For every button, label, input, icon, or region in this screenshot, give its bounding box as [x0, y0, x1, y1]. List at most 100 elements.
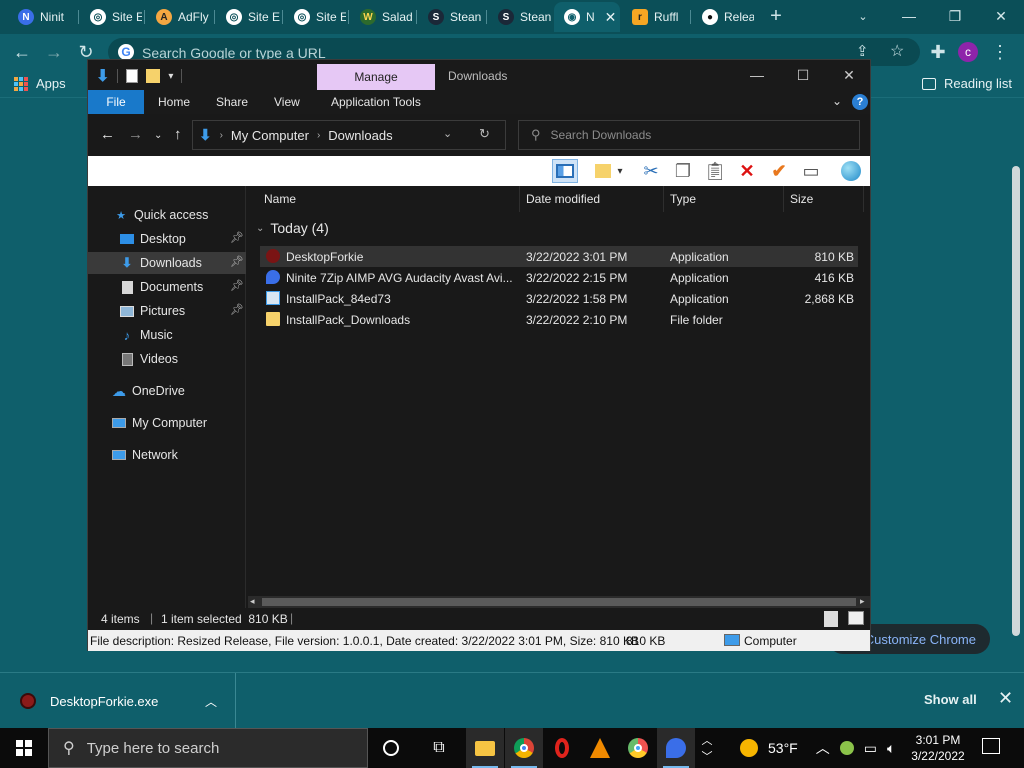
pin-icon[interactable]: 📌︎ [230, 303, 244, 316]
column-header-name[interactable]: Name [258, 186, 520, 212]
column-header-date-modified[interactable]: Date modified [520, 186, 664, 212]
tab-search-icon[interactable]: ⌄ [840, 0, 886, 32]
close-tab-icon[interactable]: ✕ [605, 9, 617, 26]
network-icon[interactable]: ▭ [864, 740, 877, 757]
recent-locations-chevron-icon[interactable]: ⌄ [154, 130, 162, 141]
ribbon-tab-home[interactable]: Home [144, 90, 204, 114]
taskbar-ninite[interactable] [657, 728, 695, 768]
forward-arrow-icon[interactable]: → [42, 40, 66, 64]
nav-my-computer[interactable]: My Computer [88, 412, 246, 434]
ribbon-tab-share[interactable]: Share [202, 90, 262, 114]
tab-steam-1[interactable]: S Stean [418, 2, 484, 32]
nav-music[interactable]: ♪ Music [88, 324, 246, 346]
nav-pictures[interactable]: Pictures 📌︎ [88, 300, 246, 322]
preview-pane-button[interactable] [552, 159, 578, 183]
tab-site-2[interactable]: ◎ Site E [216, 2, 280, 32]
pin-icon[interactable]: 📌︎ [230, 279, 244, 292]
tab-site-3[interactable]: ◎ Site E [284, 2, 346, 32]
copy-icon[interactable]: ❐ [670, 159, 696, 183]
nav-documents[interactable]: Documents 📌︎ [88, 276, 246, 298]
pin-icon[interactable]: 📌︎ [230, 255, 244, 268]
help-icon[interactable]: ? [852, 94, 868, 110]
nav-network[interactable]: Network [88, 444, 246, 466]
overflow-arrow-icon[interactable]: ︿ ﹀ [698, 728, 716, 768]
nav-desktop[interactable]: Desktop 📌︎ [88, 228, 246, 250]
share-icon[interactable]: ⇪ [856, 42, 869, 60]
scroll-thumb[interactable] [1012, 166, 1020, 636]
column-header-size[interactable]: Size [784, 186, 864, 212]
back-arrow-icon[interactable]: ← [10, 40, 34, 64]
customize-quick-access-icon[interactable]: ▾ [168, 71, 173, 82]
address-dropdown-chevron-icon[interactable]: ⌄ [443, 127, 452, 140]
nav-videos[interactable]: Videos [88, 348, 246, 370]
explorer-forward-icon[interactable]: → [128, 126, 143, 143]
properties-card-icon[interactable]: ▭ [798, 159, 824, 183]
manage-contextual-tab[interactable]: Manage [317, 64, 435, 90]
search-downloads-input[interactable]: ⚲ Search Downloads [518, 120, 860, 150]
refresh-icon[interactable]: ↻ [479, 126, 490, 142]
view-options-button[interactable] [592, 159, 614, 183]
address-bar[interactable]: ⬇ › My Computer › Downloads ⌄ ↻ [192, 120, 506, 150]
file-row-installpack-84ed73[interactable]: InstallPack_84ed73 3/22/2022 1:58 PM App… [260, 288, 858, 309]
menu-kebab-icon[interactable]: ⋮ [988, 40, 1012, 64]
nav-onedrive[interactable]: ☁ OneDrive [88, 380, 246, 402]
ribbon-tab-file[interactable]: File [88, 90, 144, 114]
group-header-today[interactable]: ⌄ Today (4) [256, 220, 329, 236]
chevron-up-icon[interactable]: ︿ [205, 693, 217, 710]
system-clock[interactable]: 3:01 PM 3/22/2022 [906, 732, 970, 764]
explorer-close-icon[interactable]: ✕ [826, 60, 872, 90]
ribbon-tab-view[interactable]: View [260, 90, 314, 114]
new-tab-button[interactable]: + [764, 4, 788, 28]
volume-icon[interactable]: 🔈︎ [887, 740, 895, 757]
hidden-icons-chevron-icon[interactable]: ︿ [816, 738, 830, 758]
tab-active[interactable]: ◉ N ✕ [554, 2, 620, 32]
nav-quick-access[interactable]: ★ Quick access [88, 204, 246, 226]
horizontal-scrollbar[interactable]: ◂ ▸ [248, 596, 870, 608]
show-all-button[interactable]: Show all [924, 692, 977, 707]
page-scrollbar[interactable] [1008, 148, 1024, 672]
scroll-right-icon[interactable]: ▸ [860, 596, 865, 607]
details-view-icon[interactable] [824, 611, 838, 627]
delete-x-icon[interactable]: ✕ [734, 159, 760, 183]
taskbar-chromium-app[interactable] [619, 728, 657, 768]
security-shield-icon[interactable] [839, 741, 854, 755]
cortana-button[interactable] [372, 728, 410, 768]
explorer-back-icon[interactable]: ← [100, 126, 115, 143]
bookmark-star-icon[interactable]: ☆ [890, 41, 904, 61]
tab-site-1[interactable]: ◎ Site E [80, 2, 142, 32]
file-row-ninite[interactable]: Ninite 7Zip AIMP AVG Audacity Avast Avi.… [260, 267, 858, 288]
file-row-desktopforkie[interactable]: DesktopForkie 3/22/2022 3:01 PM Applicat… [260, 246, 858, 267]
expand-ribbon-chevron-icon[interactable]: ⌄ [832, 94, 842, 108]
profile-avatar[interactable]: c [958, 42, 978, 62]
apps-bookmark[interactable]: Apps [14, 76, 66, 91]
rename-check-icon[interactable]: ✔ [766, 159, 792, 183]
breadcrumb-my-computer[interactable]: My Computer [231, 128, 309, 143]
extensions-icon[interactable]: ✚ [926, 40, 950, 64]
taskbar-opera[interactable] [543, 728, 581, 768]
explorer-minimize-icon[interactable]: — [734, 60, 780, 90]
scroll-left-icon[interactable]: ◂ [250, 596, 255, 607]
explorer-maximize-icon[interactable]: ☐ [780, 60, 826, 90]
tab-github[interactable]: ● Relea [692, 2, 754, 32]
close-window-icon[interactable]: ✕ [978, 0, 1024, 32]
reading-list-button[interactable]: Reading list [922, 76, 1012, 91]
tab-salad[interactable]: W Salad [350, 2, 414, 32]
taskbar-vlc[interactable] [581, 728, 619, 768]
file-row-installpack-downloads[interactable]: InstallPack_Downloads 3/22/2022 2:10 PM … [260, 309, 858, 330]
up-arrow-icon[interactable]: ↑ [174, 126, 182, 143]
view-options-dropdown-icon[interactable]: ▾ [614, 159, 626, 183]
download-item[interactable]: DesktopForkie.exe ︿ [0, 673, 236, 729]
large-icons-view-icon[interactable] [848, 611, 864, 625]
tab-ruffle[interactable]: r Ruffl [622, 2, 688, 32]
restore-icon[interactable]: ❐ [932, 0, 978, 32]
horizontal-scroll-thumb[interactable] [262, 598, 856, 606]
start-button[interactable] [0, 728, 48, 768]
taskbar-explorer[interactable] [466, 728, 504, 768]
task-view-button[interactable]: ⧉ [420, 728, 458, 768]
network-globe-button[interactable] [838, 159, 864, 183]
pin-icon[interactable]: 📌︎ [230, 231, 244, 244]
breadcrumb-downloads[interactable]: Downloads [328, 128, 392, 143]
close-downloads-bar-icon[interactable]: ✕ [998, 688, 1013, 709]
column-header-type[interactable]: Type [664, 186, 784, 212]
weather-temperature[interactable]: 53°F [768, 740, 798, 756]
